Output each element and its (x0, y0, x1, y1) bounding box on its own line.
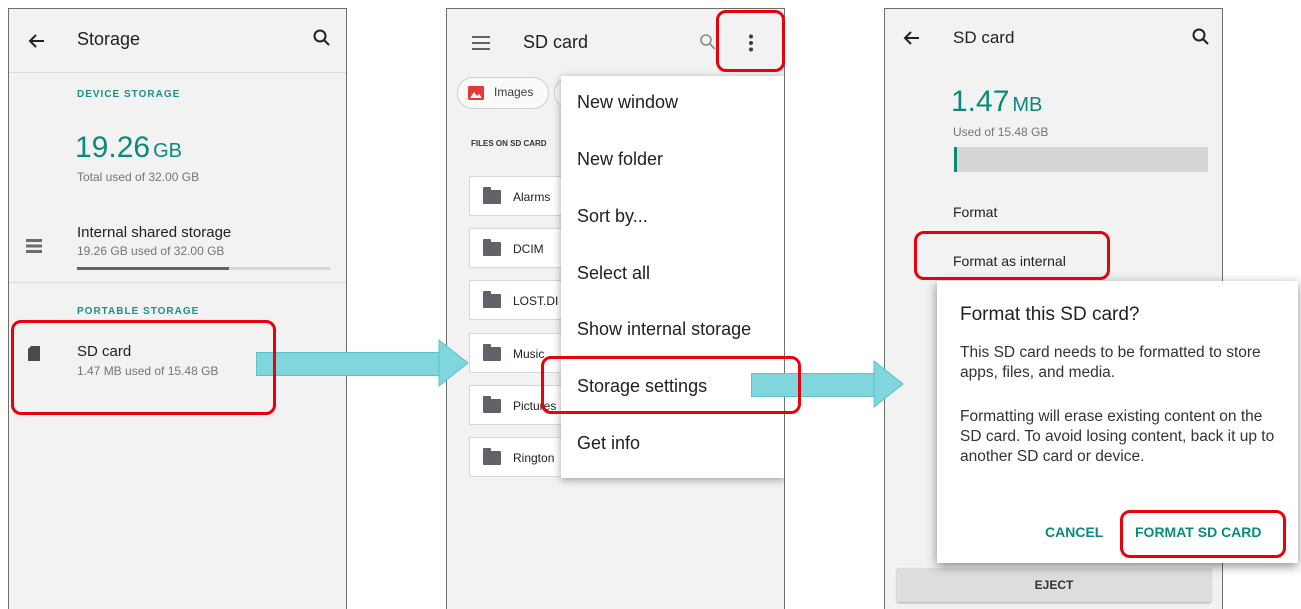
format-option[interactable]: Format (953, 204, 997, 220)
file-name: Music (513, 347, 545, 361)
menu-item-new-window[interactable]: New window (577, 92, 678, 113)
sd-used-unit: MB (1012, 94, 1043, 116)
total-used-caption: Total used of 32.00 GB (77, 170, 200, 184)
arrow-shaft (256, 352, 442, 376)
internal-storage-bar (77, 267, 330, 270)
back-arrow-icon[interactable] (902, 28, 922, 48)
total-used-unit: GB (153, 140, 182, 162)
menu-item-show-internal-storage[interactable]: Show internal storage (577, 319, 751, 340)
file-name: DCIM (513, 242, 544, 256)
overflow-menu: New window New folder Sort by... Select … (561, 76, 784, 478)
search-icon[interactable] (699, 33, 717, 51)
sd-card-files-screen: SD card Images FILES ON SD CARD Alarms D… (446, 8, 785, 609)
image-icon (468, 86, 484, 100)
page-title: Storage (77, 29, 141, 49)
folder-icon (483, 239, 501, 256)
storage-screen: Storage DEVICE STORAGE 19.26 GB Total use… (8, 8, 347, 609)
divider (9, 282, 346, 283)
dialog-body-2: Formatting will erase existing content o… (960, 408, 1275, 465)
folder-icon (483, 344, 501, 361)
internal-storage-item[interactable]: Internal shared storage 19.26 GB used of… (9, 209, 346, 279)
total-used-value: 19.26 GB (75, 131, 182, 164)
file-name: LOST.DI (513, 294, 559, 308)
storage-icon (26, 239, 42, 253)
folder-icon (483, 396, 501, 413)
sd-usage-bar-fill (954, 147, 957, 172)
back-arrow-icon[interactable] (27, 31, 47, 51)
hamburger-menu-icon[interactable] (472, 36, 490, 50)
images-chip-label: Images (494, 85, 534, 99)
sd-used-caption: Used of 15.48 GB (953, 125, 1049, 139)
highlight-format-sd-card-button (1120, 510, 1286, 558)
app-bar: Storage (9, 9, 346, 75)
highlight-more-options (716, 10, 785, 72)
arrow-head (438, 339, 469, 387)
sd-usage-bar (954, 147, 1208, 172)
sd-used-value: 1.47 MB (951, 85, 1043, 118)
internal-storage-title: Internal shared storage (77, 224, 232, 241)
folder-icon (483, 291, 501, 308)
highlight-format-as-internal (914, 231, 1110, 280)
file-name: Alarms (513, 190, 551, 204)
menu-item-new-folder[interactable]: New folder (577, 149, 663, 170)
app-bar: SD card (885, 9, 1222, 75)
divider (9, 72, 346, 73)
page-title: SD card (953, 28, 1015, 47)
eject-button[interactable]: EJECT (897, 568, 1211, 602)
portable-storage-header: PORTABLE STORAGE (77, 306, 200, 317)
eject-button-label: EJECT (1034, 578, 1074, 592)
internal-storage-bar-fill (77, 267, 229, 270)
search-icon[interactable] (1191, 27, 1211, 47)
menu-item-sort-by[interactable]: Sort by... (577, 206, 648, 227)
file-name: Rington (513, 451, 555, 465)
folder-icon (483, 187, 501, 204)
images-filter-chip[interactable]: Images (457, 77, 549, 109)
highlight-sd-card-item (11, 320, 276, 415)
folder-icon (483, 448, 501, 465)
menu-item-select-all[interactable]: Select all (577, 263, 650, 284)
dialog-body-1: This SD card needs to be formatted to st… (960, 344, 1261, 381)
dialog-title: Format this SD card? (960, 304, 1140, 325)
internal-storage-subtitle: 19.26 GB used of 32.00 GB (77, 244, 225, 258)
menu-item-get-info[interactable]: Get info (577, 433, 640, 454)
arrow-head (873, 360, 904, 408)
device-storage-header: DEVICE STORAGE (77, 89, 181, 100)
page-title: SD card (523, 32, 589, 52)
search-icon[interactable] (312, 28, 332, 48)
files-header: FILES ON SD CARD (471, 139, 547, 148)
cancel-button[interactable]: CANCEL (1045, 524, 1103, 540)
highlight-storage-settings (541, 356, 801, 414)
